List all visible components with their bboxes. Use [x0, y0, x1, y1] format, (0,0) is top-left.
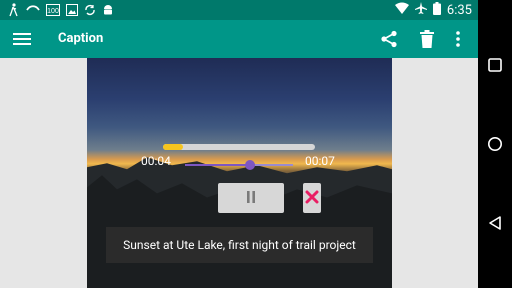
- status-bar: 100 6:35: [0, 0, 478, 20]
- hiking-icon: [8, 3, 20, 17]
- airplane-icon: [414, 2, 427, 18]
- battery-icon: [432, 1, 441, 19]
- hamburger-menu-icon[interactable]: [13, 31, 31, 47]
- close-icon: [305, 189, 319, 208]
- buffer-progress-fill: [163, 144, 183, 150]
- pause-button[interactable]: [218, 183, 284, 213]
- status-icons-right: 6:35: [394, 1, 472, 19]
- battery-100-icon: 100: [46, 4, 60, 16]
- app-toolbar: Caption: [0, 20, 478, 58]
- home-icon[interactable]: [487, 136, 503, 156]
- seek-bar-thumb[interactable]: [244, 160, 255, 170]
- recents-icon[interactable]: [487, 57, 503, 77]
- seek-bar[interactable]: [185, 160, 293, 170]
- caption-text: Sunset at Ute Lake, first night of trail…: [106, 227, 373, 263]
- status-icons-left: 100: [8, 2, 114, 18]
- back-icon[interactable]: [487, 215, 503, 235]
- battery-label: 100: [47, 8, 59, 15]
- total-time: 00:07: [305, 154, 335, 168]
- delete-icon[interactable]: [419, 30, 435, 52]
- seek-bar-fill: [185, 164, 250, 166]
- sync-icon: [84, 4, 96, 16]
- clock-time: 6:35: [446, 2, 472, 18]
- navigation-bar: [478, 0, 512, 288]
- buffer-progress-bar: [163, 144, 315, 150]
- wifi-calling-icon: [26, 4, 40, 16]
- content-area: 00:04 00:07 Sunset at Ute Lake, first ni…: [0, 58, 478, 288]
- image-icon: [66, 4, 78, 16]
- page-title: Caption: [58, 31, 104, 46]
- wifi-icon: [394, 2, 409, 18]
- close-button[interactable]: [303, 183, 321, 213]
- share-icon[interactable]: [380, 30, 398, 52]
- android-icon: [102, 4, 114, 16]
- pause-icon: [246, 189, 256, 208]
- current-time: 00:04: [141, 154, 171, 168]
- more-vert-icon[interactable]: [455, 30, 461, 52]
- video-frame[interactable]: 00:04 00:07 Sunset at Ute Lake, first ni…: [87, 58, 392, 288]
